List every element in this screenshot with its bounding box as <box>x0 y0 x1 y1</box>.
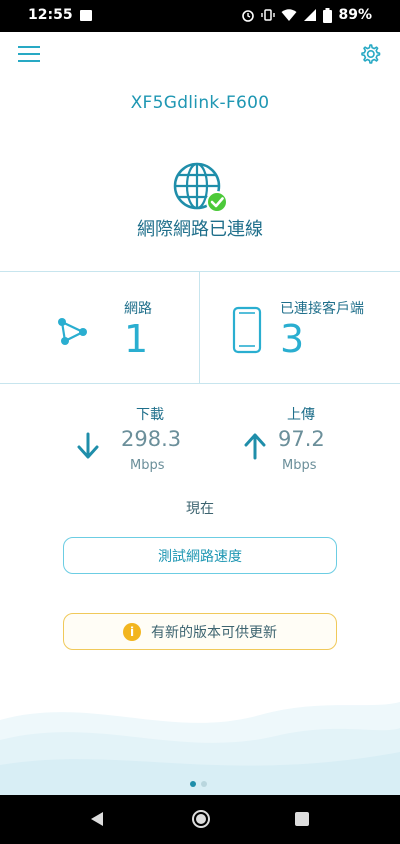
download-unit: Mbps <box>130 458 165 473</box>
firmware-update-button[interactable]: i 有新的版本可供更新 <box>63 613 337 650</box>
connection-status: 網際網路已連線 <box>137 219 263 240</box>
battery-icon <box>323 7 333 23</box>
down-arrow-icon <box>77 432 99 459</box>
wifi-icon <box>281 9 297 21</box>
battery-percent: 89% <box>338 7 372 23</box>
android-nav-bar <box>0 795 400 844</box>
up-arrow-icon <box>244 433 266 460</box>
recents-icon[interactable] <box>295 812 309 826</box>
app-header <box>0 32 400 82</box>
phone-icon[interactable] <box>232 306 262 354</box>
upload-value: 97.2 <box>278 427 325 451</box>
photo-notification-icon <box>80 10 92 21</box>
measurement-time: 現在 <box>186 501 214 517</box>
home-icon[interactable] <box>192 810 210 828</box>
back-icon[interactable] <box>90 811 104 827</box>
stats-panel: 網路 1 已連接客戶端 3 <box>0 271 400 384</box>
page-dot-active[interactable] <box>190 781 196 787</box>
network-icon[interactable] <box>55 314 89 348</box>
device-name: XF5Gdlink-F600 <box>130 93 270 113</box>
speed-test-button[interactable]: 測試網路速度 <box>63 537 337 574</box>
upload-label: 上傳 <box>287 407 315 423</box>
page-dot[interactable] <box>201 781 207 787</box>
wave-background <box>0 702 400 795</box>
network-label: 網路 <box>124 301 152 317</box>
clients-label: 已連接客戶端 <box>280 301 364 317</box>
check-badge-icon <box>206 191 228 213</box>
network-count[interactable]: 1 <box>124 317 148 361</box>
globe-icon <box>173 162 228 213</box>
page-indicator <box>190 781 207 787</box>
clients-count[interactable]: 3 <box>280 317 304 361</box>
signal-icon <box>304 9 317 21</box>
status-bar: 12:55 89% <box>0 0 400 32</box>
update-label: 有新的版本可供更新 <box>151 624 277 641</box>
stats-divider <box>199 272 200 383</box>
alarm-icon <box>242 10 255 22</box>
menu-icon[interactable] <box>18 44 40 64</box>
gear-icon[interactable] <box>358 42 382 66</box>
vibrate-icon <box>261 9 276 21</box>
info-icon: i <box>123 622 141 641</box>
download-value: 298.3 <box>121 427 182 451</box>
status-indicators: 89% <box>241 7 372 23</box>
status-time: 12:55 <box>28 7 73 23</box>
upload-unit: Mbps <box>282 458 317 473</box>
download-label: 下載 <box>136 407 164 423</box>
